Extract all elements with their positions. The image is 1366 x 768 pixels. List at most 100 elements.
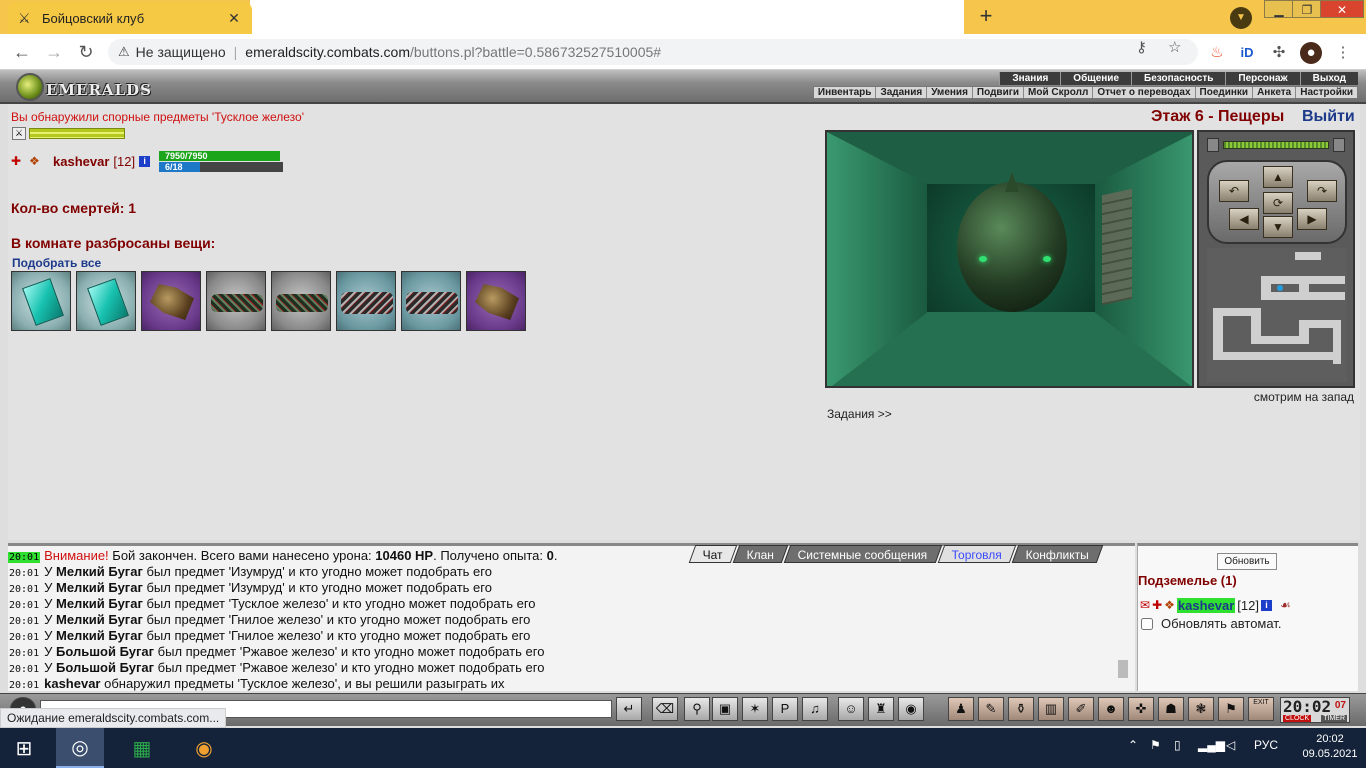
dungeon-view[interactable] [825,130,1194,388]
room-item-purple[interactable] [141,271,201,331]
room-item-teal[interactable] [336,271,396,331]
tab-trade[interactable]: Торговля [937,545,1017,563]
vpn-taskbar-icon[interactable]: ◉ [180,728,228,768]
exit-game-button[interactable]: EXIT [1248,697,1274,721]
tray-volume-icon[interactable]: ◁ [1226,738,1235,752]
tab-conflicts[interactable]: Конфликты [1011,545,1104,563]
room-item-teal[interactable] [401,271,461,331]
turn-right-button[interactable]: ↷ [1307,180,1337,202]
flag-icon[interactable]: ⚑ [1218,697,1244,721]
input-language[interactable]: РУС [1254,738,1278,752]
clock-settings-icon[interactable]: ◉ [898,697,924,721]
private-message-icon[interactable]: ✉ [1140,598,1150,612]
exit-dungeon-link[interactable]: Выйти [1302,108,1355,126]
eraser-icon[interactable]: ⌫ [652,697,678,721]
windows-start-icon[interactable]: ⊞ [0,728,48,768]
room-item-purple[interactable] [466,271,526,331]
room-item-grey[interactable] [271,271,331,331]
tab-clan[interactable]: Клан [732,545,789,563]
submenu-settings[interactable]: Настройки [1295,87,1357,98]
tray-battery-icon[interactable]: ▯ [1174,738,1181,752]
menu-knowledge[interactable]: Знания [999,72,1060,85]
tray-network-icon[interactable]: ▂▄▆ [1198,738,1225,752]
people-icon[interactable]: ☗ [1158,697,1184,721]
menu-kebab-icon[interactable]: ⋮ [1332,42,1354,64]
auto-refresh-option[interactable]: Обновлять автомат. [1141,616,1281,631]
treasure-chest-icon[interactable]: ▥ [1038,697,1064,721]
store-taskbar-icon[interactable]: ▦ [118,728,166,768]
fire-extension-icon[interactable]: ♨ [1206,42,1228,64]
filter-icon[interactable]: ⚲ [684,697,710,721]
pick-all-link[interactable]: Подобрать все [12,256,101,270]
submenu-transfer-report[interactable]: Отчет о переводах [1092,87,1194,98]
menu-communication[interactable]: Общение [1060,72,1131,85]
submenu-my-scroll[interactable]: Мой Скролл [1023,87,1092,98]
url-path[interactable]: /buttons.pl?battle=0.586732527510005# [410,44,661,60]
inventory-bag-icon[interactable]: ♟ [948,697,974,721]
bookmark-star-icon[interactable]: ☆ [1168,38,1181,56]
refresh-button[interactable]: Обновить [1217,553,1277,570]
submenu-skills[interactable]: Умения [926,87,972,98]
new-tab-button[interactable]: + [972,5,1000,29]
maximize-icon[interactable]: ❐ [1292,0,1322,18]
submenu-achievements[interactable]: Подвиги [971,87,1023,98]
chat-timestamp[interactable]: 20:01 [8,568,40,579]
key-icon[interactable]: ⚷ [1136,38,1147,56]
online-user-name[interactable]: kashevar [1176,597,1236,613]
chrome-taskbar-icon[interactable]: ◎ [56,728,104,768]
strafe-left-button[interactable]: ◀ [1229,208,1259,230]
turn-left-button[interactable]: ↶ [1219,180,1249,202]
refresh-view-button[interactable]: ⟳ [1263,192,1293,214]
profile-avatar[interactable]: ● [1300,42,1322,64]
scroll-icon[interactable]: ✐ [1068,697,1094,721]
tray-flag-icon[interactable]: ⚑ [1150,738,1161,752]
chat-timestamp[interactable]: 20:01 [8,648,40,659]
minimize-icon[interactable]: ▁ [1264,0,1294,18]
spell-icon[interactable]: ✎ [978,697,1004,721]
close-window-icon[interactable]: ✕ [1320,0,1364,18]
browser-tab[interactable]: ⚔ Бойцовский клуб ✕ [8,2,252,34]
security-label[interactable]: Не защищено [136,44,226,60]
omnibox[interactable]: ⚠ Не защищено | emeraldscity.combats.com… [108,39,1198,65]
chat-scroll-thumb[interactable] [1118,660,1128,678]
tab-search-icon[interactable]: ▼ [1230,7,1252,29]
chat-timestamp[interactable]: 20:01 [8,632,40,643]
menu-character[interactable]: Персонаж [1225,72,1299,85]
chat-timestamp[interactable]: 20:01 [8,552,41,563]
submenu-quests[interactable]: Задания [875,87,926,98]
tray-chevron-icon[interactable]: ⌃ [1128,738,1138,752]
tab-system-messages[interactable]: Системные сообщения [783,545,942,563]
online-user-info-icon[interactable]: i [1260,599,1272,611]
smiley-icon[interactable]: ☺ [838,697,864,721]
move-back-button[interactable]: ▼ [1263,216,1293,238]
chat-timestamp[interactable]: 20:01 [8,600,40,611]
cross-icon[interactable]: ✜ [1128,697,1154,721]
room-item-emerald[interactable] [11,271,71,331]
send-message-icon[interactable]: ↵ [616,697,642,721]
warning-icon[interactable]: ⚠ [118,44,130,60]
extensions-puzzle-icon[interactable]: ✣ [1268,42,1290,64]
taskbar-clock[interactable]: 20:02 09.05.2021 [1300,732,1360,762]
close-tab-icon[interactable]: ✕ [226,10,242,27]
forward-icon[interactable]: → [42,41,66,65]
reload-icon[interactable]: ↻ [74,41,98,65]
player-name[interactable]: kashevar [53,154,109,169]
money-bag-icon[interactable]: ⚱ [1008,697,1034,721]
strafe-right-button[interactable]: ▶ [1297,208,1327,230]
submenu-profile[interactable]: Анкета [1252,87,1295,98]
chat-timestamp[interactable]: 20:01 [8,616,40,627]
save-log-icon[interactable]: ▣ [712,697,738,721]
sound-icon[interactable]: ♫ [802,697,828,721]
helmet-icon[interactable]: ♜ [868,697,894,721]
room-item-emerald[interactable] [76,271,136,331]
id-extension-icon[interactable]: iD [1236,42,1258,64]
tab-chat[interactable]: Чат [688,545,738,563]
submenu-inventory[interactable]: Инвентарь [814,87,876,98]
move-forward-button[interactable]: ▲ [1263,166,1293,188]
translit-icon[interactable]: ✶ [742,697,768,721]
chat-scrollbar[interactable] [1117,660,1129,690]
auto-refresh-checkbox[interactable] [1141,617,1153,630]
chat-log[interactable]: 20:01 Внимание! Бой закончен. Всего вами … [8,543,1135,691]
player-info-icon[interactable]: i [139,155,151,167]
side-door[interactable] [1102,188,1132,306]
